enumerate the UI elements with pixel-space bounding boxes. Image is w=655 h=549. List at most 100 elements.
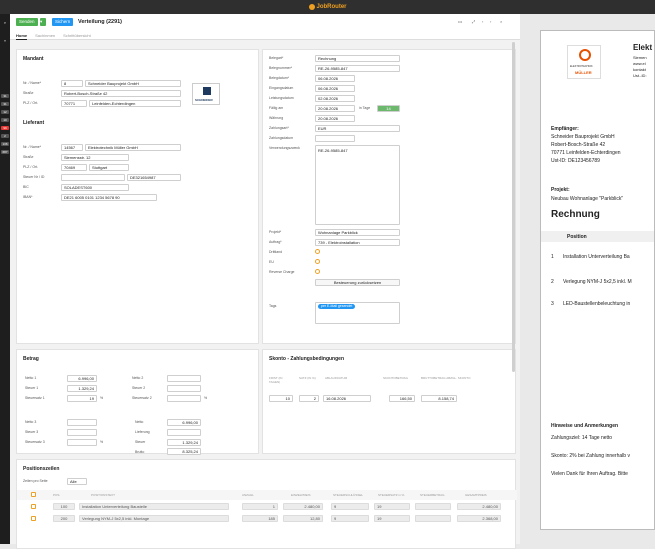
collapse-icon[interactable]: « — [1, 38, 9, 43]
badge-e[interactable]: 99 — [1, 126, 9, 130]
belegnummer-field[interactable]: RE-26-9585-847 — [315, 65, 400, 72]
mandant-name-field[interactable]: Schneider Bauprojekt GmbH — [85, 80, 181, 87]
skonto-col-betrag: SKONTOBETRAG — [383, 376, 408, 380]
row-gesamt[interactable]: 2.480,00 — [457, 503, 501, 510]
waehrung-field[interactable]: 20.08.2026 — [315, 115, 355, 122]
row-text[interactable]: Installation Unterverteilung Baustelle — [79, 503, 229, 510]
badge-b[interactable]: 31 — [1, 102, 9, 106]
netto-sum-label: Netto — [135, 420, 144, 424]
lieferant-strasse-field[interactable]: Siemensstr. 12 — [61, 154, 129, 161]
verwendung-textarea[interactable]: RE-26-9585-847 — [315, 145, 400, 225]
steuer1-field[interactable]: 1.329,24 — [67, 385, 97, 392]
search-icon[interactable]: ⌕ — [1, 20, 9, 25]
main-scrollbar[interactable] — [512, 42, 515, 372]
reverse-toggle[interactable] — [315, 269, 320, 274]
prev-icon[interactable]: ‹ — [482, 18, 483, 26]
next-icon[interactable]: › — [490, 18, 491, 26]
zahlungsart-label: Zahlungsart* — [269, 126, 289, 130]
send-button[interactable]: Senden — [16, 18, 38, 26]
tab-home[interactable]: Home — [16, 32, 28, 40]
badge-a[interactable]: 31 — [1, 94, 9, 98]
leistung-field[interactable]: 02.08.2026 — [315, 95, 355, 102]
belegart-select[interactable]: Rechnung — [315, 55, 400, 62]
projekt-select[interactable]: Wohnanlage Parkblick — [315, 229, 400, 236]
eingang-field[interactable]: 06.08.2026 — [315, 85, 355, 92]
tab-sachinmen[interactable]: Sachinmen — [35, 32, 55, 40]
drittland-toggle[interactable] — [315, 249, 320, 254]
steuer-sum-field[interactable]: 1.329,24 — [167, 439, 201, 446]
row-checkbox[interactable] — [31, 516, 36, 521]
skonto-betrag-field[interactable]: 166,50 — [389, 395, 415, 402]
zahlungsart-select[interactable]: EUR — [315, 125, 400, 132]
satz2-field[interactable] — [167, 395, 201, 402]
row-anzahl[interactable]: 1 — [242, 503, 278, 510]
row-gesamt[interactable]: 2.368,00 — [457, 515, 501, 522]
netto2-field[interactable] — [167, 375, 201, 382]
steuer2-field[interactable] — [167, 385, 201, 392]
lieferant-steuernr-field[interactable] — [61, 174, 125, 181]
skonto-satz-field[interactable]: 2 — [299, 395, 319, 402]
badge-h[interactable]: 687 — [1, 150, 9, 154]
besteuerung-reset-button[interactable]: Besteuerung zurücksetzen — [315, 279, 400, 286]
row-steuer[interactable] — [415, 515, 451, 522]
mandant-nr-field[interactable]: 8 — [61, 80, 83, 87]
satz1-field[interactable]: 19 — [67, 395, 97, 402]
mandant-plz-field[interactable]: 70771 — [61, 100, 87, 107]
mandant-logo: SCHNEIDER — [192, 83, 220, 105]
belegdatum-field[interactable]: 06.08.2026 — [315, 75, 355, 82]
tab-schrittuebersicht[interactable]: Schrittübersicht — [63, 32, 91, 40]
row-preis[interactable]: 12,80 — [283, 515, 323, 522]
mandant-strasse-field[interactable]: Robert-Bosch-Straße 42 — [61, 90, 181, 97]
close-icon[interactable]: × — [500, 18, 502, 26]
brutto-field[interactable]: 8.325,24 — [167, 448, 201, 455]
steuer3-field[interactable] — [67, 429, 97, 436]
badge-d[interactable]: 10 — [1, 118, 9, 122]
badge-f[interactable]: 2 — [1, 134, 9, 138]
skonto-datum-field[interactable]: 16.08.2026 — [323, 395, 371, 402]
eu-toggle[interactable] — [315, 259, 320, 264]
badge-c[interactable]: 12 — [1, 110, 9, 114]
save-button[interactable]: Sichern — [52, 18, 74, 26]
row-steuer[interactable] — [415, 503, 451, 510]
lieferant-iban-field[interactable]: DE21 6005 0101 1234 5678 90 — [61, 194, 157, 201]
tage-field[interactable]: 14 — [377, 105, 400, 112]
lieferant-nr-field[interactable]: 14567 — [61, 144, 83, 151]
row-schluessel[interactable]: 9 — [331, 515, 369, 522]
skonto-frist-field[interactable]: 10 — [269, 395, 293, 402]
row-satz[interactable]: 19 — [374, 515, 410, 522]
row-pos[interactable]: 200 — [53, 515, 75, 522]
netto1-field[interactable]: 6.996,00 — [67, 375, 97, 382]
select-all-checkbox[interactable] — [31, 492, 36, 497]
auftrag-select[interactable]: 739 - Elektroinstallation — [315, 239, 400, 246]
send-dropdown-button[interactable]: ▾ — [40, 18, 46, 26]
row-preis[interactable]: 2.480,00 — [283, 503, 323, 510]
satz3-field[interactable] — [67, 439, 97, 446]
tag-chip[interactable]: per E-Mail gesendet — [318, 304, 356, 309]
row-schluessel[interactable]: 9 — [331, 503, 369, 510]
row-anzahl[interactable]: 185 — [242, 515, 278, 522]
lieferant-name-field[interactable]: Elektrotechnik Müller GmbH — [85, 144, 181, 151]
per-page-select[interactable]: Alle — [67, 478, 87, 485]
netto3-field[interactable] — [67, 419, 97, 426]
lieferant-bic-field[interactable]: SOLADEST600 — [61, 184, 129, 191]
expand-icon[interactable]: ⤢ — [472, 18, 475, 26]
lieferant-ort-field[interactable]: Stuttgart — [89, 164, 129, 171]
lieferung-field[interactable] — [167, 429, 201, 436]
row-satz[interactable]: 19 — [374, 503, 410, 510]
lieferant-plz-field[interactable]: 70469 — [61, 164, 87, 171]
satz1-label: Steuersatz 1 — [25, 396, 45, 400]
more-icon[interactable]: ••• — [458, 18, 462, 26]
lieferant-ustid-field[interactable]: DE321654987 — [127, 174, 181, 181]
skonto-brutto-field[interactable]: 8.158,74 — [421, 395, 457, 402]
netto-sum-field[interactable]: 6.996,00 — [167, 419, 201, 426]
betrag-card: Betrag Netto 1 6.996,00 Steuer 1 1.329,2… — [16, 349, 259, 455]
table-row[interactable]: 200 Verlegung NYM-J 5x2,5 inkl. Montage … — [17, 514, 517, 524]
zahlungsdatum-field[interactable] — [315, 135, 355, 142]
badge-g[interactable]: 136 — [1, 142, 9, 146]
row-text[interactable]: Verlegung NYM-J 5x2,5 inkl. Montage — [79, 515, 229, 522]
faellig-field[interactable]: 20.08.2026 — [315, 105, 355, 112]
mandant-ort-field[interactable]: Leinfelden-Echterdingen — [89, 100, 181, 107]
row-checkbox[interactable] — [31, 504, 36, 509]
row-pos[interactable]: 100 — [53, 503, 75, 510]
table-row[interactable]: 100 Installation Unterverteilung Baustel… — [17, 502, 517, 512]
